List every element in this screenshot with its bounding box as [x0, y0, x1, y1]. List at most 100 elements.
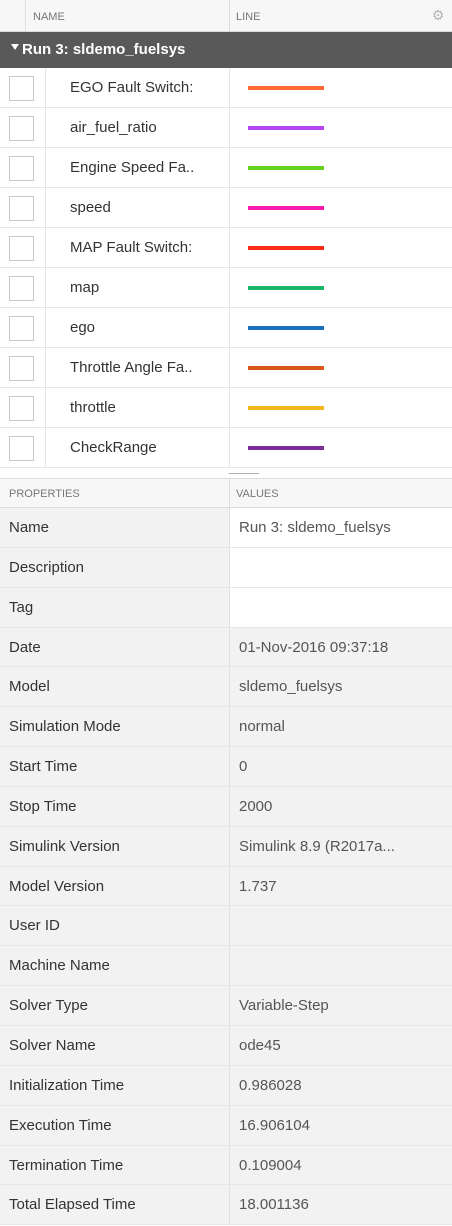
property-value: Variable-Step	[239, 997, 329, 1015]
property-key-cell: User ID	[0, 906, 230, 946]
signal-checkbox[interactable]	[9, 396, 34, 421]
property-value-cell: normal	[230, 707, 452, 747]
property-key: Tag	[9, 598, 34, 616]
property-value: 18.001136	[239, 1196, 309, 1214]
caret-down-icon[interactable]	[11, 44, 19, 50]
signal-row[interactable]: CheckRange	[0, 428, 452, 468]
property-row: Solver Type Variable-Step	[0, 986, 452, 1026]
pane-splitter[interactable]	[0, 470, 452, 478]
line-color-swatch[interactable]	[248, 406, 324, 410]
property-row: Total Elapsed Time 18.001136	[0, 1185, 452, 1226]
property-key-cell: Stop Time	[0, 786, 230, 826]
checkbox-cell	[0, 188, 46, 227]
properties-table-header: PROPERTIES VALUES	[0, 478, 452, 508]
column-divider	[229, 268, 230, 307]
checkbox-cell	[0, 108, 46, 147]
signal-checkbox[interactable]	[9, 316, 34, 341]
property-value: normal	[239, 718, 285, 736]
property-value-cell: 16.906104	[230, 1105, 452, 1145]
property-value: 16.906104	[239, 1116, 310, 1134]
property-value-cell[interactable]	[230, 547, 452, 587]
property-key-cell: Name	[0, 508, 230, 547]
signal-name: CheckRange	[70, 439, 157, 456]
property-row: User ID	[0, 906, 452, 947]
line-color-swatch[interactable]	[248, 446, 324, 450]
property-value: 0.109004	[239, 1156, 302, 1174]
signal-row[interactable]: map	[0, 268, 452, 308]
name-column-header[interactable]: NAME	[33, 11, 65, 23]
line-column-header[interactable]: LINE	[236, 11, 260, 23]
signal-row[interactable]: MAP Fault Switch:	[0, 228, 452, 268]
property-key-cell: Model	[0, 667, 230, 707]
property-key-cell: Simulation Mode	[0, 707, 230, 747]
property-value-cell: ode45	[230, 1025, 452, 1065]
property-value: 2000	[239, 797, 273, 815]
signal-row[interactable]: EGO Fault Switch:	[0, 68, 452, 108]
signal-row[interactable]: ego	[0, 308, 452, 348]
property-row: Termination Time 0.109004	[0, 1145, 452, 1186]
checkbox-cell	[0, 348, 46, 387]
line-color-swatch[interactable]	[248, 206, 324, 210]
property-key: Simulation Mode	[9, 718, 121, 736]
signal-checkbox[interactable]	[9, 196, 34, 221]
property-value-cell: 0.986028	[230, 1065, 452, 1105]
signal-checkbox[interactable]	[9, 76, 34, 101]
signal-row[interactable]: air_fuel_ratio	[0, 108, 452, 148]
property-value-cell[interactable]	[230, 587, 452, 627]
column-divider	[229, 68, 230, 107]
column-divider[interactable]	[229, 0, 230, 31]
property-key: Stop Time	[9, 797, 77, 815]
signal-name: ego	[70, 319, 96, 336]
property-value[interactable]: Run 3: sldemo_fuelsys	[239, 519, 449, 536]
signal-checkbox[interactable]	[9, 116, 34, 141]
line-color-swatch[interactable]	[248, 246, 324, 250]
line-color-swatch[interactable]	[248, 126, 324, 130]
checkbox-cell	[0, 148, 46, 187]
signal-checkbox[interactable]	[9, 436, 34, 461]
column-divider	[229, 108, 230, 147]
line-color-swatch[interactable]	[248, 86, 324, 90]
line-color-swatch[interactable]	[248, 326, 324, 330]
property-value-cell: 2000	[230, 786, 452, 826]
line-color-swatch[interactable]	[248, 286, 324, 290]
splitter-grip[interactable]	[229, 473, 259, 474]
gear-icon[interactable]: ⚙	[430, 7, 446, 23]
property-key: Name	[9, 519, 50, 536]
signal-row[interactable]: Engine Speed Fa..	[0, 148, 452, 188]
line-color-swatch[interactable]	[248, 166, 324, 170]
property-row: Tag	[0, 587, 452, 628]
property-key: Model Version	[9, 877, 105, 895]
property-key-cell: Tag	[0, 587, 230, 627]
checkbox-cell	[0, 308, 46, 347]
property-row: Stop Time 2000	[0, 786, 452, 827]
property-value-cell: Simulink 8.9 (R2017a...	[230, 826, 452, 866]
signal-checkbox[interactable]	[9, 156, 34, 181]
checkbox-cell	[0, 428, 46, 467]
property-key-cell: Machine Name	[0, 946, 230, 986]
signal-checkbox[interactable]	[9, 356, 34, 381]
property-value-cell[interactable]: Run 3: sldemo_fuelsys	[230, 508, 452, 547]
property-value-cell: 1.737	[230, 866, 452, 906]
property-row: Initialization Time 0.986028	[0, 1065, 452, 1106]
column-divider[interactable]	[229, 479, 230, 507]
property-key: Simulink Version	[9, 837, 120, 855]
signal-row[interactable]: throttle	[0, 388, 452, 428]
line-color-swatch[interactable]	[248, 366, 324, 370]
run-row[interactable]: Run 3: sldemo_fuelsys	[0, 32, 452, 68]
signal-inspector-panel: NAME LINE ⚙ Run 3: sldemo_fuelsys EGO Fa…	[0, 0, 452, 1226]
column-divider	[229, 428, 230, 467]
property-value: 01-Nov-2016 09:37:18	[239, 638, 389, 656]
property-value: 0.986028	[239, 1076, 302, 1094]
signal-row[interactable]: Throttle Angle Fa..	[0, 348, 452, 388]
signal-row[interactable]: speed	[0, 188, 452, 228]
signal-checkbox[interactable]	[9, 236, 34, 261]
column-divider	[229, 308, 230, 347]
property-value: ode45	[239, 1036, 281, 1054]
checkbox-cell	[0, 228, 46, 267]
property-key-cell: Total Elapsed Time	[0, 1185, 230, 1225]
property-key: Termination Time	[9, 1156, 124, 1174]
property-value: Simulink 8.9 (R2017a...	[239, 837, 395, 855]
property-value-cell: 18.001136	[230, 1185, 452, 1225]
signal-checkbox[interactable]	[9, 276, 34, 301]
property-row: Machine Name	[0, 946, 452, 987]
